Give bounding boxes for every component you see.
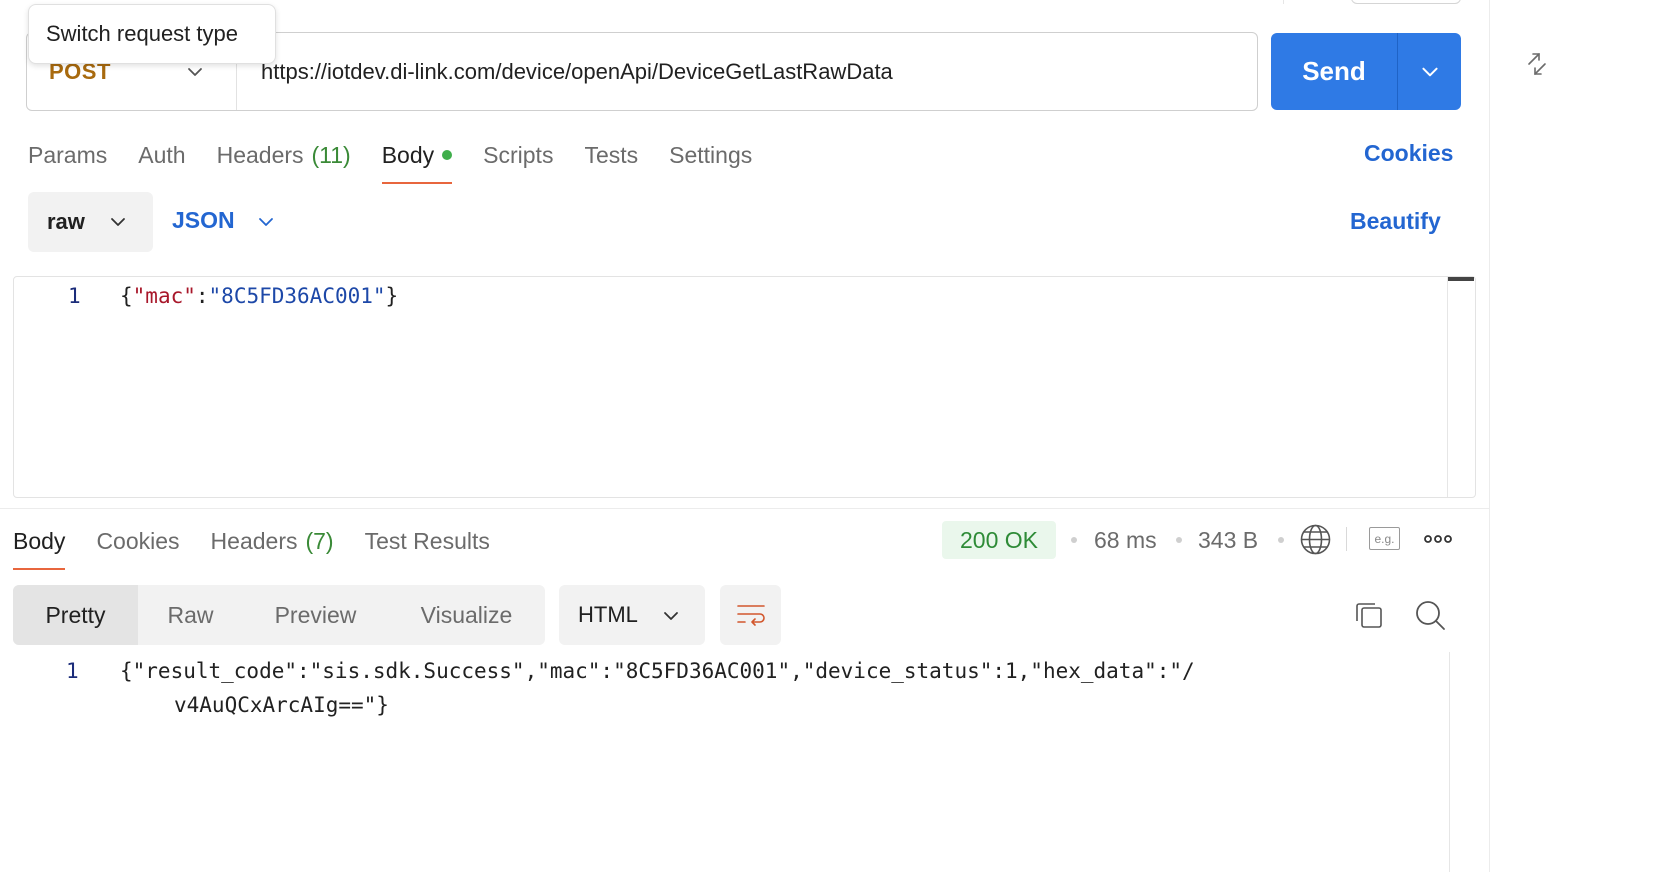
tab-scripts[interactable]: Scripts (483, 136, 553, 174)
chevron-down-icon (661, 606, 681, 626)
tab-label: Cookies (96, 527, 180, 554)
collapse-icon[interactable] (1523, 50, 1551, 78)
chevron-down-icon (185, 62, 205, 82)
beautify-button[interactable]: Beautify (1350, 208, 1441, 235)
colon: : (195, 284, 209, 308)
tab-settings[interactable]: Settings (669, 136, 752, 174)
separator-dot (1278, 537, 1284, 543)
tooltip: Switch request type (28, 4, 276, 64)
response-code-line-wrapped: v4AuQCxArcAIg=="} (174, 693, 389, 717)
tab-label: Tests (584, 141, 639, 168)
send-button-group: Send (1271, 33, 1461, 110)
status-badge[interactable]: 200 OK (942, 521, 1056, 559)
tab-auth[interactable]: Auth (138, 136, 185, 174)
tab-body[interactable]: Body (381, 136, 453, 184)
format-label: HTML (578, 602, 638, 627)
response-view-modes: Pretty Raw Preview Visualize (13, 585, 545, 645)
wrap-lines-button[interactable] (720, 585, 781, 645)
pane-divider (1489, 0, 1490, 872)
request-body-editor[interactable] (13, 276, 1476, 498)
cookies-link[interactable]: Cookies (1364, 140, 1453, 167)
divider (1346, 527, 1347, 551)
request-tabs: Params Auth Headers (11) Body Scripts Te… (28, 136, 783, 186)
code-line: {"mac":"8C5FD36AC001"} (120, 284, 398, 308)
body-mode-select[interactable]: raw (28, 192, 153, 252)
view-preview[interactable]: Preview (243, 585, 388, 645)
json-key: "mac" (132, 284, 196, 308)
response-size[interactable]: 343 B (1198, 527, 1258, 554)
language-select[interactable]: JSON (172, 207, 235, 234)
tab-label: Scripts (483, 141, 554, 168)
resp-tab-headers[interactable]: Headers (7) (211, 522, 334, 560)
tab-label: Headers (210, 527, 298, 554)
response-divider (0, 508, 1489, 509)
brace: { (120, 284, 133, 308)
tab-label: Body (13, 527, 66, 554)
tab-label: Test Results (364, 527, 490, 554)
tab-label: Body (381, 141, 435, 168)
tab-headers[interactable]: Headers (11) (217, 136, 351, 174)
headers-count: (11) (311, 141, 351, 168)
wrap-lines-icon (736, 605, 765, 626)
send-button[interactable]: Send (1271, 33, 1398, 110)
search-icon[interactable] (1413, 598, 1447, 632)
response-tabs: Body Cookies Headers (7) Test Results (13, 522, 521, 570)
editor-scrollbar[interactable] (1447, 277, 1475, 497)
brace: } (385, 284, 399, 308)
line-number: 1 (68, 284, 81, 308)
resp-tab-body[interactable]: Body (13, 522, 66, 570)
globe-icon[interactable] (1299, 523, 1332, 556)
body-mode-label: raw (47, 209, 85, 234)
top-divider (1283, 0, 1284, 4)
response-format-select[interactable]: HTML (559, 585, 705, 645)
tab-params[interactable]: Params (28, 136, 107, 174)
chevron-down-icon[interactable] (256, 212, 276, 232)
save-example-icon[interactable]: e.g. (1369, 527, 1400, 550)
url-input[interactable]: https://iotdev.di-link.com/device/openAp… (237, 59, 893, 85)
separator-dot (1176, 537, 1182, 543)
json-value: "8C5FD36AC001" (208, 284, 386, 308)
response-scrollbar[interactable] (1449, 652, 1477, 872)
chevron-down-icon (111, 218, 125, 226)
top-button-edge (1351, 0, 1461, 4)
tab-tests[interactable]: Tests (584, 136, 638, 174)
body-indicator-dot (442, 150, 453, 160)
tab-label: Params (28, 141, 108, 168)
chevron-down-icon (1421, 67, 1438, 76)
separator-dot (1071, 537, 1077, 543)
view-visualize[interactable]: Visualize (388, 585, 545, 645)
more-icon[interactable] (1423, 532, 1453, 546)
response-time[interactable]: 68 ms (1094, 527, 1157, 554)
resp-tab-cookies[interactable]: Cookies (96, 522, 179, 560)
view-pretty[interactable]: Pretty (13, 585, 138, 645)
send-options-button[interactable] (1398, 33, 1461, 110)
tab-label: Headers (216, 141, 304, 168)
copy-icon[interactable] (1353, 599, 1385, 631)
tab-label: Settings (669, 141, 753, 168)
line-number: 1 (66, 659, 79, 683)
tab-label: Auth (138, 141, 186, 168)
resp-tab-test-results[interactable]: Test Results (365, 522, 490, 560)
scrollbar-thumb[interactable] (1448, 277, 1474, 281)
response-code-line: {"result_code":"sis.sdk.Success","mac":"… (120, 659, 1195, 683)
headers-count: (7) (305, 527, 334, 554)
view-raw[interactable]: Raw (138, 585, 243, 645)
